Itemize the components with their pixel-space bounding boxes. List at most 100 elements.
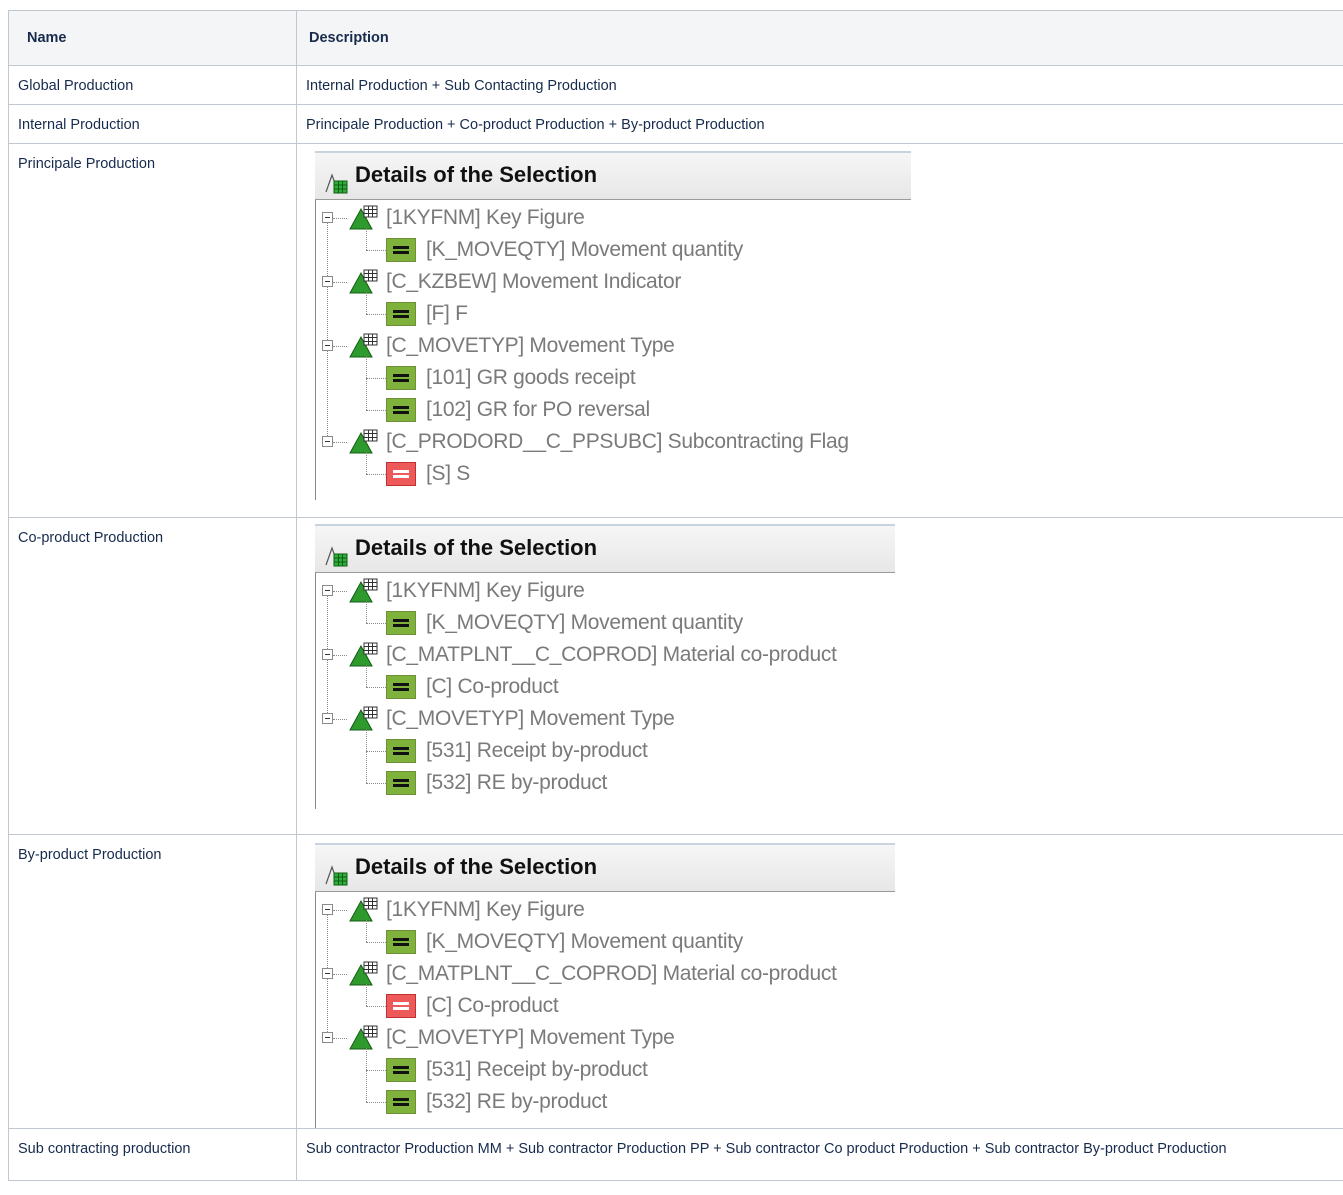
table-row: Sub contracting production Sub contracto…	[8, 1128, 1343, 1181]
table-header-row: Name Description	[8, 10, 1343, 66]
equals-red-icon	[386, 994, 416, 1018]
tree-node-value[interactable]: [S] S	[316, 458, 911, 490]
tree-connector	[366, 410, 386, 411]
tree-node-label: [K_MOVEQTY] Movement quantity	[426, 611, 743, 634]
equals-green-icon	[386, 611, 416, 635]
filter-grid-icon	[325, 857, 349, 886]
tree-node-characteristic[interactable]: [1KYFNM] Key Figure	[316, 894, 895, 926]
row-description: Internal Production + Sub Contacting Pro…	[296, 65, 1343, 105]
tree-node-label: [C_MOVETYP] Movement Type	[386, 1026, 675, 1049]
tree-node-label: [102] GR for PO reversal	[426, 398, 650, 421]
row-name: Sub contracting production	[8, 1128, 297, 1181]
tree-node-label: [K_MOVEQTY] Movement quantity	[426, 930, 743, 953]
row-name: Internal Production	[8, 104, 297, 144]
tree-node-label: [K_MOVEQTY] Movement quantity	[426, 238, 743, 261]
tree-connector	[333, 719, 347, 720]
tree-connector	[366, 314, 386, 315]
equals-green-icon	[386, 675, 416, 699]
row-description-screenshot: Details of the Selection [1KYFNM] Key Fig…	[296, 834, 1343, 1129]
tree-node-value[interactable]: [K_MOVEQTY] Movement quantity	[316, 234, 911, 266]
tree-node-label: [1KYFNM] Key Figure	[386, 206, 585, 229]
tree-node-value[interactable]: [K_MOVEQTY] Movement quantity	[316, 607, 895, 639]
tree-connector	[333, 346, 347, 347]
row-description-screenshot: Details of the Selection [1KYFNM] Key Fig…	[296, 143, 1343, 518]
tree-node-value[interactable]: [531] Receipt by-product	[316, 1054, 895, 1086]
minus-box-icon[interactable]	[322, 212, 333, 223]
tree-node-value[interactable]: [532] RE by-product	[316, 767, 895, 799]
tree-connector	[333, 282, 347, 283]
minus-box-icon[interactable]	[322, 436, 333, 447]
panel-title: Details of the Selection	[315, 524, 895, 573]
equals-green-icon	[386, 238, 416, 262]
row-name: By-product Production	[8, 834, 297, 1129]
tree-node-label: [C_MOVETYP] Movement Type	[386, 334, 675, 357]
tree-node-label: [C_MATPLNT__C_COPROD] Material co-produc…	[386, 643, 837, 666]
tree-connector	[366, 623, 386, 624]
table-row: Global Production Internal Production + …	[8, 65, 1343, 105]
tree-node-label: [531] Receipt by-product	[426, 1058, 648, 1081]
tree-connector	[366, 474, 386, 475]
tree-connector	[366, 250, 386, 251]
equals-green-icon	[386, 1090, 416, 1114]
column-header-description: Description	[296, 10, 1343, 66]
minus-box-icon[interactable]	[322, 585, 333, 596]
tree-connector	[366, 1102, 386, 1103]
minus-box-icon[interactable]	[322, 276, 333, 287]
filter-grid-icon	[325, 538, 349, 567]
tree-node-label: [1KYFNM] Key Figure	[386, 898, 585, 921]
selection-tree: [1KYFNM] Key Figure [K_MOVEQTY] Movement …	[315, 200, 911, 500]
tree-connector	[366, 942, 386, 943]
equals-green-icon	[386, 366, 416, 390]
minus-box-icon[interactable]	[322, 340, 333, 351]
tree-node-characteristic[interactable]: [C_MOVETYP] Movement Type	[316, 703, 895, 735]
selection-tree: [1KYFNM] Key Figure [K_MOVEQTY] Movement …	[315, 573, 895, 809]
tree-node-label: [1KYFNM] Key Figure	[386, 579, 585, 602]
tree-node-value[interactable]: [102] GR for PO reversal	[316, 394, 911, 426]
tree-node-characteristic[interactable]: [C_MOVETYP] Movement Type	[316, 1022, 895, 1054]
minus-box-icon[interactable]	[322, 649, 333, 660]
tree-connector	[333, 1038, 347, 1039]
equals-green-icon	[386, 771, 416, 795]
table-row: Internal Production Principale Productio…	[8, 104, 1343, 144]
tree-node-characteristic[interactable]: [C_MOVETYP] Movement Type	[316, 330, 911, 362]
panel-title-text: Details of the Selection	[355, 854, 598, 879]
row-description: Principale Production + Co-product Produ…	[296, 104, 1343, 144]
row-description-screenshot: Details of the Selection [1KYFNM] Key Fig…	[296, 517, 1343, 835]
tree-connector	[366, 1006, 386, 1007]
equals-green-icon	[386, 1058, 416, 1082]
tree-node-value[interactable]: [532] RE by-product	[316, 1086, 895, 1118]
filter-grid-icon	[325, 165, 349, 194]
definitions-table: Name Description Global Production Inter…	[8, 10, 1343, 1181]
tree-connector	[333, 442, 347, 443]
equals-red-icon	[386, 462, 416, 486]
minus-box-icon[interactable]	[322, 968, 333, 979]
tree-node-characteristic[interactable]: [1KYFNM] Key Figure	[316, 202, 911, 234]
column-header-name: Name	[8, 10, 297, 66]
tree-node-label: [C_PRODORD__C_PPSUBC] Subcontracting Fla…	[386, 430, 849, 453]
tree-node-value[interactable]: [F] F	[316, 298, 911, 330]
tree-node-characteristic[interactable]: [C_KZBEW] Movement Indicator	[316, 266, 911, 298]
tree-connector	[333, 974, 347, 975]
tree-node-characteristic[interactable]: [C_PRODORD__C_PPSUBC] Subcontracting Fla…	[316, 426, 911, 458]
tree-node-value[interactable]: [101] GR goods receipt	[316, 362, 911, 394]
tree-node-characteristic[interactable]: [C_MATPLNT__C_COPROD] Material co-produc…	[316, 639, 895, 671]
tree-node-label: [S] S	[426, 462, 471, 485]
panel-title: Details of the Selection	[315, 843, 895, 892]
tree-node-characteristic[interactable]: [1KYFNM] Key Figure	[316, 575, 895, 607]
panel-title: Details of the Selection	[315, 151, 911, 200]
tree-node-value[interactable]: [C] Co-product	[316, 671, 895, 703]
minus-box-icon[interactable]	[322, 713, 333, 724]
minus-box-icon[interactable]	[322, 904, 333, 915]
equals-green-icon	[386, 302, 416, 326]
tree-node-value[interactable]: [C] Co-product	[316, 990, 895, 1022]
equals-green-icon	[386, 398, 416, 422]
tree-node-characteristic[interactable]: [C_MATPLNT__C_COPROD] Material co-produc…	[316, 958, 895, 990]
tree-node-value[interactable]: [531] Receipt by-product	[316, 735, 895, 767]
minus-box-icon[interactable]	[322, 1032, 333, 1043]
row-name: Global Production	[8, 65, 297, 105]
tree-node-value[interactable]: [K_MOVEQTY] Movement quantity	[316, 926, 895, 958]
tree-node-label: [532] RE by-product	[426, 1090, 608, 1113]
tree-connector	[333, 655, 347, 656]
selection-tree: [1KYFNM] Key Figure [K_MOVEQTY] Movement …	[315, 892, 895, 1128]
selection-details-panel: Details of the Selection [1KYFNM] Key Fig…	[315, 524, 895, 809]
